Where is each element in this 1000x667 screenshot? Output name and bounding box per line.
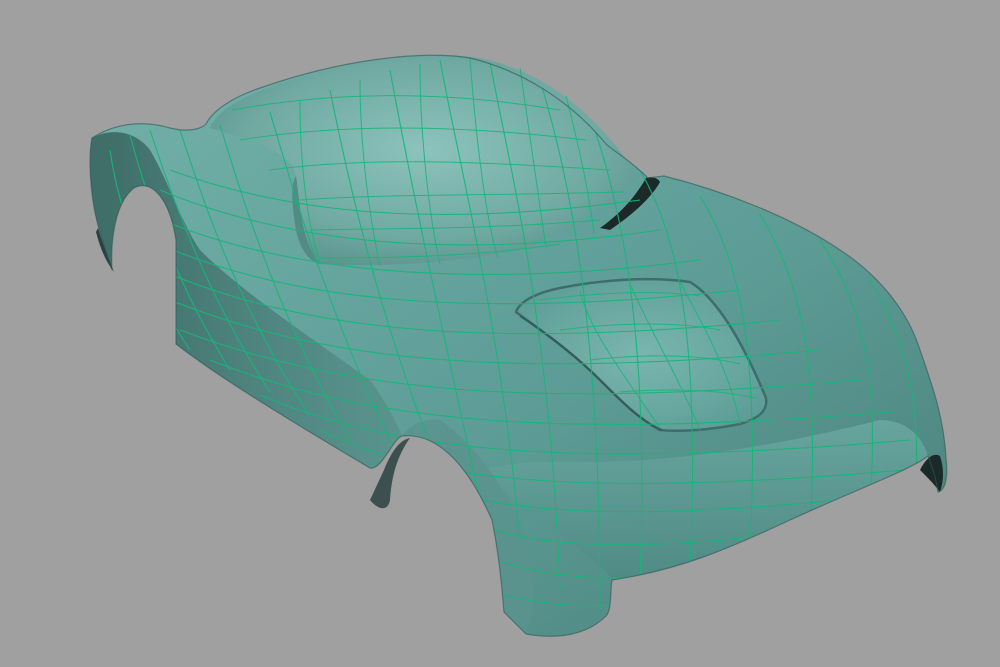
car-body-model[interactable] — [0, 0, 1000, 667]
3d-viewport[interactable] — [0, 0, 1000, 667]
